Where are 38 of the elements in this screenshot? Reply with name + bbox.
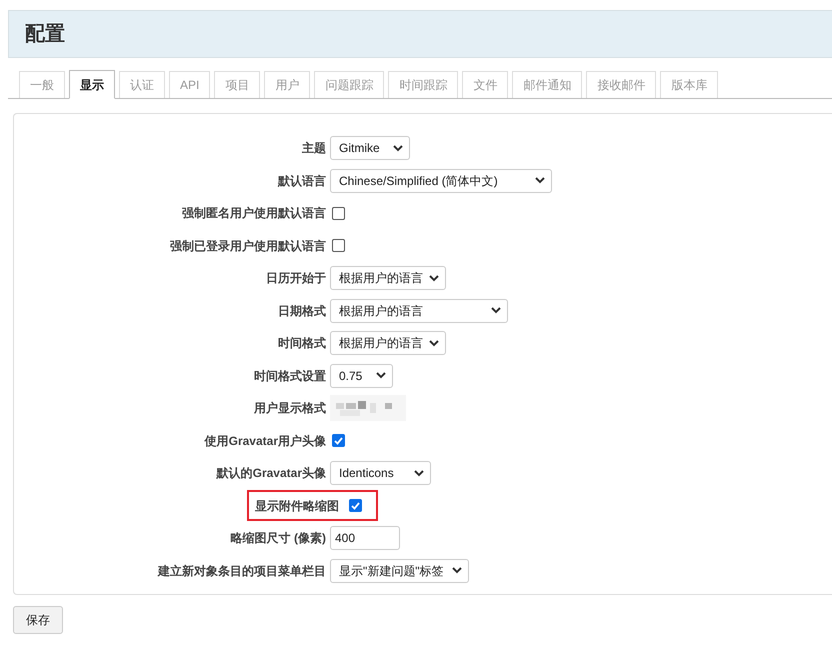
tab[interactable]: 显示 xyxy=(69,70,115,99)
checkbox[interactable] xyxy=(349,499,362,512)
setting-label: 用户显示格式 xyxy=(254,400,326,418)
dropdown[interactable]: Chinese/Simplified (简体中文) xyxy=(330,168,552,193)
save-button[interactable]: 保存 xyxy=(13,606,63,634)
chevron-down-icon xyxy=(393,144,403,152)
setting-label: 略缩图尺寸 (像素) xyxy=(230,530,326,548)
dropdown[interactable]: 根据用户的语言 xyxy=(330,266,446,290)
checkbox[interactable] xyxy=(332,239,345,252)
dropdown[interactable]: 根据用户的语言 xyxy=(330,298,508,323)
dropdown[interactable]: Gitmike xyxy=(330,136,410,160)
setting-label: 日期格式 xyxy=(278,302,326,320)
dropdown[interactable]: 显示"新建问题"标签 xyxy=(330,558,469,583)
chevron-down-icon xyxy=(414,470,424,477)
setting-label: 时间格式设置 xyxy=(254,368,326,385)
setting-label: 时间格式 xyxy=(278,335,326,352)
checkbox[interactable] xyxy=(332,206,345,220)
dropdown[interactable]: 根据用户的语言 xyxy=(330,331,446,356)
chevron-down-icon xyxy=(429,274,439,282)
setting-label: 使用Gravatar用户头像 xyxy=(204,432,326,450)
setting-label: 强制匿名用户使用默认语言 xyxy=(182,205,326,222)
setting-label: 默认语言 xyxy=(278,172,326,190)
setting-label: 显示附件略缩图 xyxy=(255,498,339,515)
setting-label: 主题 xyxy=(302,140,326,158)
chevron-down-icon xyxy=(535,177,545,184)
chevron-down-icon xyxy=(376,372,386,380)
chevron-down-icon xyxy=(491,307,501,314)
dropdown[interactable]: 0.75 xyxy=(330,364,393,388)
setting-label: 建立新对象条目的项目菜单栏目 xyxy=(158,562,326,580)
input-field[interactable]: 400 xyxy=(330,526,400,550)
chevron-down-icon xyxy=(429,340,439,347)
chevron-down-icon xyxy=(452,567,462,574)
setting-label: 强制已登录用户使用默认语言 xyxy=(170,238,326,255)
page-title: 配置 xyxy=(25,22,65,47)
setting-label: 默认的Gravatar头像 xyxy=(216,465,326,482)
setting-label: 日历开始于 xyxy=(266,270,326,288)
dropdown[interactable]: Identicons xyxy=(330,461,431,486)
checkbox[interactable] xyxy=(332,434,345,448)
